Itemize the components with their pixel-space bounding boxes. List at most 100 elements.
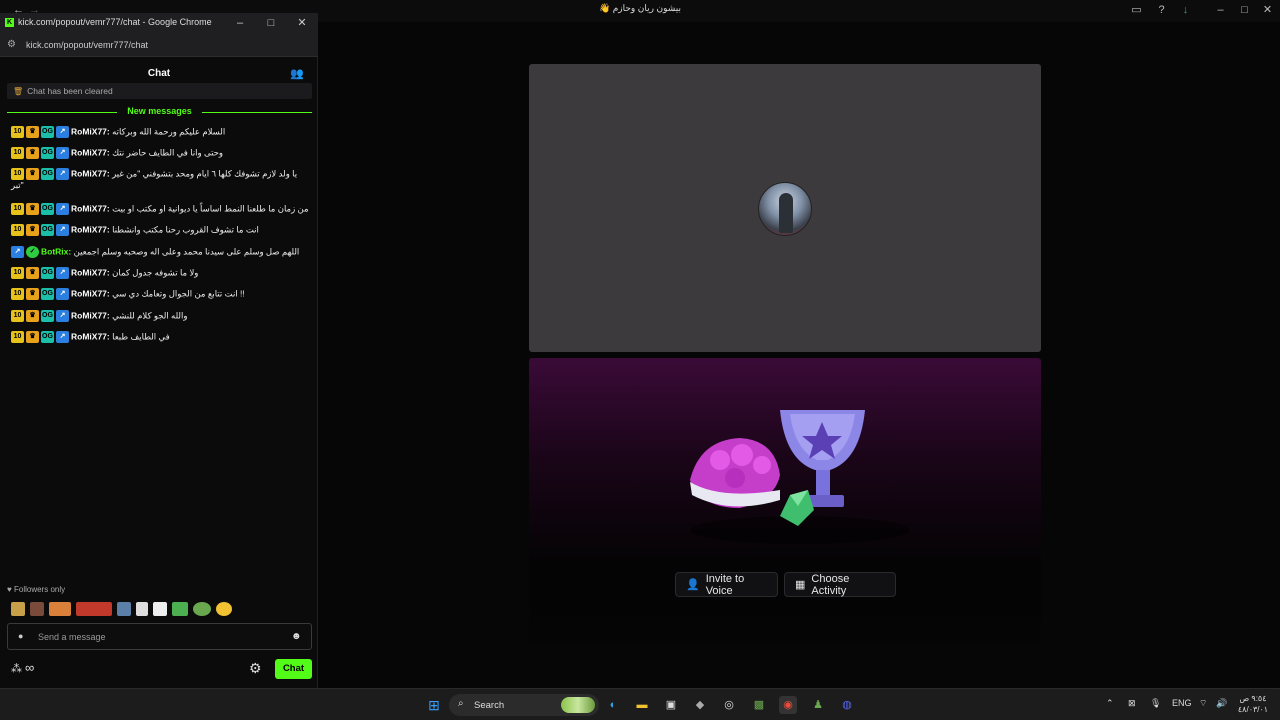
- emote[interactable]: [172, 602, 188, 616]
- emote[interactable]: [193, 602, 211, 616]
- clock-date: ٤٨/٠٣/٠١: [1237, 705, 1269, 714]
- vip-badge-icon: ↗: [11, 246, 24, 258]
- url-text: kick.com/popout/vemr777/chat: [26, 40, 149, 50]
- users-icon[interactable]: 👥: [290, 67, 304, 81]
- file-explorer-icon[interactable]: ▬: [633, 696, 651, 714]
- settings-gear-icon[interactable]: ⚙: [249, 660, 262, 677]
- minimize-icon[interactable]: –: [1214, 4, 1227, 17]
- maximize-icon[interactable]: □: [1238, 4, 1251, 17]
- chrome-icon[interactable]: ◉: [779, 696, 797, 714]
- chat-cleared-banner: 🗑 Chat has been cleared: [7, 83, 312, 99]
- emote[interactable]: [11, 602, 25, 616]
- inbox-icon[interactable]: ▭: [1130, 4, 1143, 17]
- chat-message: 10 ♛ OG ↗ RoMiX77: وحتى وانا في الطايف حاضر …: [11, 147, 311, 159]
- invite-label: Invite to Voice: [705, 572, 745, 597]
- emote[interactable]: [30, 602, 44, 616]
- download-icon[interactable]: ↓: [1179, 4, 1192, 17]
- network-icon[interactable]: ⊠: [1128, 698, 1136, 709]
- chat-username[interactable]: RoMiX77: [71, 267, 107, 277]
- emoji-icon[interactable]: ☻: [291, 631, 302, 642]
- og-badge-icon: OG: [41, 310, 54, 322]
- crown-badge-icon: ♛: [26, 147, 39, 159]
- emote-bar: [11, 600, 271, 618]
- infinity-icon[interactable]: ∞: [25, 660, 34, 675]
- kick-points-icon[interactable]: ⁂: [11, 662, 22, 675]
- chat-username[interactable]: RoMiX77: [71, 168, 107, 178]
- chat-username[interactable]: BotRix: [41, 246, 68, 256]
- vip-badge-icon: ↗: [56, 147, 69, 159]
- choose-activity-button[interactable]: ▦ Choose Activity: [784, 572, 896, 597]
- invite-to-voice-button[interactable]: 👤 Invite to Voice: [675, 572, 778, 597]
- chat-username[interactable]: RoMiX77: [71, 126, 107, 136]
- chat-message: 10 ♛ OG ↗ RoMiX77: من زمان ما طلعنا النمط اس…: [11, 203, 311, 215]
- crown-badge-icon: ♛: [26, 331, 39, 343]
- emote[interactable]: [153, 602, 167, 616]
- emote[interactable]: [117, 602, 131, 616]
- badge-group: 10 ♛ OG ↗: [11, 310, 69, 322]
- wifi-icon[interactable]: ⌔: [1199, 698, 1207, 709]
- og-badge-icon: OG: [41, 224, 54, 236]
- chat-username[interactable]: RoMiX77: [71, 288, 107, 298]
- tray-chevron-icon[interactable]: ⌃: [1106, 698, 1114, 709]
- vip-badge-icon: ↗: [56, 126, 69, 138]
- og-badge-icon: OG: [41, 203, 54, 215]
- game-icon[interactable]: ▩: [750, 696, 768, 714]
- taskbar-clock[interactable]: ٩:٥٤ ص ٤٨/٠٣/٠١: [1232, 693, 1274, 715]
- chat-message-text: ولا ما تشوفه جدول كمان: [112, 267, 199, 278]
- edge-icon[interactable]: ◐: [604, 696, 622, 714]
- close-icon[interactable]: ✕: [295, 16, 309, 30]
- activity-label: Choose Activity: [811, 572, 850, 597]
- vip-badge-icon: ↗: [56, 331, 69, 343]
- app-icon[interactable]: ◆: [691, 696, 709, 714]
- emote[interactable]: [76, 602, 112, 616]
- chat-message: 10 ♛ OG ↗ RoMiX77: في الطايف طبعا: [11, 331, 311, 343]
- chess-icon[interactable]: ♟: [809, 696, 827, 714]
- message-input[interactable]: ● Send a message ☻: [7, 623, 312, 650]
- chat-message: 10 ♛ OG ↗ RoMiX77: انت ما تشوف القروب رحنا م…: [11, 224, 311, 236]
- taskbar-search[interactable]: ⌕ Search: [449, 694, 599, 716]
- chat-message: 10 ♛ OG ↗ RoMiX77: يا ولد لازم تشوفك كلها ٦ …: [11, 168, 298, 190]
- emote[interactable]: [216, 602, 232, 616]
- badge-group: 10 ♛ OG ↗: [11, 288, 69, 300]
- address-bar[interactable]: ⚙ kick.com/popout/vemr777/chat: [0, 33, 318, 57]
- vip-badge-icon: ↗: [56, 203, 69, 215]
- chat-message-text: والله الجو كلام للنشي: [112, 310, 188, 321]
- chat-message-text: انت ما تشوف القروب رحنا مكتب وانشطنا: [112, 224, 259, 235]
- new-messages-divider: New messages: [7, 105, 312, 119]
- emote[interactable]: [136, 602, 148, 616]
- microphone-icon[interactable]: 🎙: [1150, 698, 1161, 709]
- search-label: Search: [474, 700, 505, 711]
- windows-start-icon[interactable]: ⊞: [425, 696, 443, 714]
- badge-group: 10 ♛ OG ↗: [11, 126, 69, 138]
- vip-badge-icon: ↗: [56, 168, 69, 180]
- chat-message: 10 ♛ OG ↗ RoMiX77: ولا ما تشوفه جدول كمان: [11, 267, 311, 279]
- chat-message-text: انت تتابع من الجوال وتعامك دي سي !!: [112, 288, 245, 299]
- chat-message: 10 ♛ OG ↗ RoMiX77: انت تتابع من الجوال وتعام…: [11, 288, 311, 300]
- steam-icon[interactable]: ◎: [720, 696, 738, 714]
- send-chat-button[interactable]: Chat: [275, 659, 312, 679]
- chat-username[interactable]: RoMiX77: [71, 224, 107, 234]
- badge-group: 10 ♛ OG ↗: [11, 331, 69, 343]
- volume-icon[interactable]: 🔊: [1216, 698, 1227, 709]
- minimize-icon[interactable]: –: [233, 16, 247, 30]
- chat-username[interactable]: RoMiX77: [71, 331, 107, 341]
- emote[interactable]: [49, 602, 71, 616]
- chat-username[interactable]: RoMiX77: [71, 203, 107, 213]
- cleared-text: Chat has been cleared: [27, 86, 113, 96]
- maximize-icon[interactable]: □: [264, 16, 278, 30]
- search-icon: ⌕: [458, 698, 464, 709]
- site-info-icon[interactable]: ⚙: [7, 39, 19, 51]
- help-icon[interactable]: ?: [1155, 4, 1168, 17]
- chat-username[interactable]: RoMiX77: [71, 147, 107, 157]
- discord-icon[interactable]: ◍: [838, 696, 856, 714]
- activity-illustration: [690, 410, 910, 544]
- badge-group: 10 ♛ OG ↗: [11, 168, 69, 180]
- chrome-titlebar: K kick.com/popout/vemr777/chat - Google …: [0, 13, 318, 33]
- chat-username[interactable]: RoMiX77: [71, 310, 107, 320]
- store-icon[interactable]: ▣: [662, 696, 680, 714]
- badge-group: 10 ♛ OG ↗: [11, 267, 69, 279]
- language-indicator[interactable]: ENG: [1172, 698, 1192, 708]
- close-icon[interactable]: ✕: [1261, 4, 1274, 17]
- og-badge-icon: OG: [41, 168, 54, 180]
- chat-message-text: في الطايف طبعا: [112, 331, 170, 342]
